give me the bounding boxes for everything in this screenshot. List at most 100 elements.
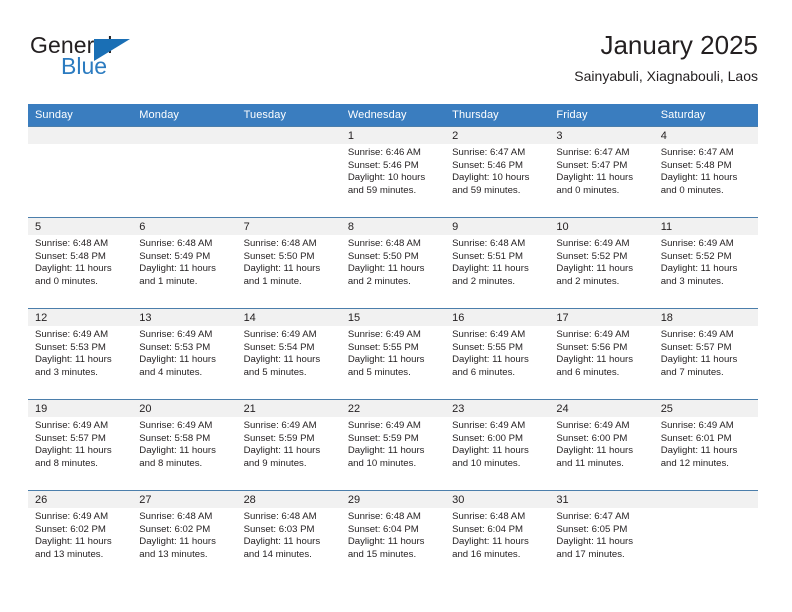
calendar-day-cell[interactable]: 8 Sunrise: 6:48 AM Sunset: 5:50 PM Daylight… bbox=[340, 217, 446, 309]
sunset-text: Sunset: 6:04 PM bbox=[452, 523, 524, 535]
page-title: January 2025 bbox=[600, 30, 758, 60]
calendar-day-cell[interactable]: 15 Sunrise: 6:49 AM Sunset: 5:55 PM Dayligh… bbox=[340, 308, 446, 400]
day-cell-inner: 5 Sunrise: 6:48 AM Sunset: 5:48 PM Daylight… bbox=[28, 218, 133, 308]
calendar-day-cell[interactable]: 2 Sunrise: 6:47 AM Sunset: 5:46 PM Daylight… bbox=[445, 126, 550, 218]
calendar-day-cell[interactable]: 30 Sunrise: 6:48 AM Sunset: 6:04 PM Dayligh… bbox=[445, 490, 550, 581]
day-cell-details: Sunrise: 6:47 AM Sunset: 6:05 PM Daylight:… bbox=[549, 508, 653, 561]
daylight-text: Daylight: 11 hours and 0 minutes. bbox=[660, 172, 738, 196]
calendar-header-row: Sunday Monday Tuesday Wednesday Thursday Frid… bbox=[28, 104, 758, 127]
day-number bbox=[28, 127, 133, 144]
general-blue-logo[interactable]: General Blue bbox=[28, 32, 178, 88]
day-cell-details: Sunrise: 6:49 AM Sunset: 5:55 PM Daylight:… bbox=[445, 326, 549, 379]
sunset-text: Sunset: 5:58 PM bbox=[139, 432, 211, 444]
weekday-header-monday: Monday bbox=[132, 104, 237, 127]
calendar-day-cell[interactable]: 11 Sunrise: 6:49 AM Sunset: 5:52 PM Dayligh… bbox=[653, 217, 758, 309]
day-cell-details: Sunrise: 6:48 AM Sunset: 6:02 PM Daylight:… bbox=[132, 508, 236, 561]
day-number bbox=[653, 491, 758, 508]
day-cell-inner: 30 Sunrise: 6:48 AM Sunset: 6:04 PM Dayligh… bbox=[445, 491, 550, 581]
calendar-day-cell[interactable]: 29 Sunrise: 6:48 AM Sunset: 6:04 PM Dayligh… bbox=[340, 490, 446, 581]
day-cell-details: Sunrise: 6:48 AM Sunset: 6:04 PM Daylight:… bbox=[445, 508, 549, 561]
weekday-header-tuesday: Tuesday bbox=[236, 104, 341, 127]
day-cell-inner: 20 Sunrise: 6:49 AM Sunset: 5:58 PM Dayligh… bbox=[132, 400, 237, 490]
calendar-day-cell[interactable]: 3 Sunrise: 6:47 AM Sunset: 5:47 PM Daylight… bbox=[549, 126, 654, 218]
day-cell-inner: 14 Sunrise: 6:49 AM Sunset: 5:54 PM Dayligh… bbox=[236, 309, 341, 399]
day-cell-inner: 10 Sunrise: 6:49 AM Sunset: 5:52 PM Dayligh… bbox=[549, 218, 654, 308]
daylight-text: Daylight: 11 hours and 11 minutes. bbox=[556, 445, 634, 469]
calendar-day-cell[interactable]: 21 Sunrise: 6:49 AM Sunset: 5:59 PM Dayligh… bbox=[236, 399, 341, 491]
sunset-text: Sunset: 5:59 PM bbox=[347, 432, 419, 444]
daylight-text: Daylight: 11 hours and 8 minutes. bbox=[35, 445, 112, 469]
day-cell-details: Sunrise: 6:49 AM Sunset: 6:00 PM Daylight:… bbox=[445, 417, 549, 470]
calendar-day-cell[interactable]: 27 Sunrise: 6:48 AM Sunset: 6:02 PM Dayligh… bbox=[132, 490, 237, 581]
sunset-text: Sunset: 5:55 PM bbox=[452, 341, 524, 353]
calendar-day-cell[interactable]: 1 Sunrise: 6:46 AM Sunset: 5:46 PM Daylight… bbox=[340, 126, 446, 218]
daylight-text: Daylight: 11 hours and 3 minutes. bbox=[660, 263, 738, 287]
daylight-text: Daylight: 11 hours and 6 minutes. bbox=[452, 354, 529, 378]
calendar-day-cell[interactable]: 20 Sunrise: 6:49 AM Sunset: 5:58 PM Dayligh… bbox=[132, 399, 237, 491]
day-cell-inner: 12 Sunrise: 6:49 AM Sunset: 5:53 PM Dayligh… bbox=[28, 309, 133, 399]
day-cell-inner: 31 Sunrise: 6:47 AM Sunset: 6:05 PM Dayligh… bbox=[549, 491, 654, 581]
calendar-body: 1 Sunrise: 6:46 AM Sunset: 5:46 PM Daylight… bbox=[28, 126, 758, 581]
day-cell-inner: 2 Sunrise: 6:47 AM Sunset: 5:46 PM Daylight… bbox=[445, 127, 550, 217]
sunset-text: Sunset: 5:57 PM bbox=[660, 341, 732, 353]
sunrise-text: Sunrise: 6:47 AM bbox=[556, 147, 630, 158]
day-number: 3 bbox=[549, 127, 654, 144]
logo-text-blue: Blue bbox=[61, 53, 108, 79]
day-cell-details: Sunrise: 6:47 AM Sunset: 5:47 PM Daylight:… bbox=[549, 144, 653, 197]
calendar-day-cell[interactable]: 23 Sunrise: 6:49 AM Sunset: 6:00 PM Dayligh… bbox=[445, 399, 550, 491]
daylight-text: Daylight: 11 hours and 2 minutes. bbox=[347, 263, 425, 287]
sunrise-text: Sunrise: 6:49 AM bbox=[452, 420, 526, 431]
calendar-day-cell[interactable]: 9 Sunrise: 6:48 AM Sunset: 5:51 PM Daylight… bbox=[445, 217, 550, 309]
calendar-day-cell[interactable]: 19 Sunrise: 6:49 AM Sunset: 5:57 PM Dayligh… bbox=[28, 399, 133, 491]
calendar-day-cell[interactable]: 16 Sunrise: 6:49 AM Sunset: 5:55 PM Dayligh… bbox=[445, 308, 550, 400]
calendar-day-cell[interactable]: 7 Sunrise: 6:48 AM Sunset: 5:50 PM Daylight… bbox=[236, 217, 341, 309]
page-header: General Blue January 2025 Sainyabuli, Xi… bbox=[28, 28, 758, 96]
sunset-text: Sunset: 6:00 PM bbox=[556, 432, 628, 444]
sunset-text: Sunset: 5:59 PM bbox=[243, 432, 315, 444]
day-cell-inner bbox=[132, 127, 237, 217]
sunrise-text: Sunrise: 6:48 AM bbox=[243, 511, 317, 522]
day-number: 26 bbox=[28, 491, 133, 508]
calendar-day-cell[interactable]: 31 Sunrise: 6:47 AM Sunset: 6:05 PM Dayligh… bbox=[549, 490, 654, 581]
weekday-header-thursday: Thursday bbox=[445, 104, 550, 127]
day-cell-inner bbox=[653, 491, 758, 581]
calendar-day-cell[interactable]: 18 Sunrise: 6:49 AM Sunset: 5:57 PM Dayligh… bbox=[653, 308, 758, 400]
calendar-day-cell[interactable]: 25 Sunrise: 6:49 AM Sunset: 6:01 PM Dayligh… bbox=[653, 399, 758, 491]
daylight-text: Daylight: 11 hours and 0 minutes. bbox=[556, 172, 634, 196]
calendar-day-cell[interactable]: 26 Sunrise: 6:49 AM Sunset: 6:02 PM Dayligh… bbox=[28, 490, 133, 581]
calendar-day-cell[interactable]: 14 Sunrise: 6:49 AM Sunset: 5:54 PM Dayligh… bbox=[236, 308, 341, 400]
sunrise-text: Sunrise: 6:49 AM bbox=[347, 420, 421, 431]
calendar-day-cell[interactable]: 24 Sunrise: 6:49 AM Sunset: 6:00 PM Dayligh… bbox=[549, 399, 654, 491]
calendar-day-cell[interactable]: 4 Sunrise: 6:47 AM Sunset: 5:48 PM Daylight… bbox=[653, 126, 758, 218]
day-cell-details: Sunrise: 6:49 AM Sunset: 5:55 PM Daylight:… bbox=[341, 326, 445, 379]
calendar-day-cell[interactable]: 6 Sunrise: 6:48 AM Sunset: 5:49 PM Daylight… bbox=[132, 217, 237, 309]
day-number: 8 bbox=[340, 218, 446, 235]
calendar-day-cell[interactable]: 12 Sunrise: 6:49 AM Sunset: 5:53 PM Dayligh… bbox=[28, 308, 133, 400]
day-number: 27 bbox=[132, 491, 237, 508]
calendar-day-cell[interactable]: 5 Sunrise: 6:48 AM Sunset: 5:48 PM Daylight… bbox=[28, 217, 133, 309]
sunset-text: Sunset: 5:52 PM bbox=[556, 250, 628, 262]
day-cell-details: Sunrise: 6:48 AM Sunset: 6:03 PM Daylight:… bbox=[237, 508, 341, 561]
day-cell-details: Sunrise: 6:47 AM Sunset: 5:46 PM Daylight:… bbox=[445, 144, 549, 197]
day-cell-details: Sunrise: 6:49 AM Sunset: 6:02 PM Daylight:… bbox=[28, 508, 132, 561]
sunrise-text: Sunrise: 6:49 AM bbox=[556, 238, 630, 249]
calendar-day-cell[interactable]: 13 Sunrise: 6:49 AM Sunset: 5:53 PM Dayligh… bbox=[132, 308, 237, 400]
calendar-day-cell[interactable]: 28 Sunrise: 6:48 AM Sunset: 6:03 PM Dayligh… bbox=[236, 490, 341, 581]
day-cell-details: Sunrise: 6:49 AM Sunset: 5:53 PM Daylight:… bbox=[132, 326, 236, 379]
day-number: 2 bbox=[445, 127, 550, 144]
sunrise-text: Sunrise: 6:49 AM bbox=[347, 329, 421, 340]
day-cell-details: Sunrise: 6:49 AM Sunset: 5:53 PM Daylight:… bbox=[28, 326, 132, 379]
calendar-day-cell[interactable]: 10 Sunrise: 6:49 AM Sunset: 5:52 PM Dayligh… bbox=[549, 217, 654, 309]
sunset-text: Sunset: 5:46 PM bbox=[347, 159, 419, 171]
weekday-header-sunday: Sunday bbox=[28, 104, 133, 127]
sunset-text: Sunset: 5:48 PM bbox=[35, 250, 106, 262]
day-cell-inner: 17 Sunrise: 6:49 AM Sunset: 5:56 PM Dayligh… bbox=[549, 309, 654, 399]
calendar-day-cell[interactable]: 17 Sunrise: 6:49 AM Sunset: 5:56 PM Dayligh… bbox=[549, 308, 654, 400]
day-cell-inner: 24 Sunrise: 6:49 AM Sunset: 6:00 PM Dayligh… bbox=[549, 400, 654, 490]
day-number: 5 bbox=[28, 218, 133, 235]
day-cell-inner: 3 Sunrise: 6:47 AM Sunset: 5:47 PM Daylight… bbox=[549, 127, 654, 217]
day-number: 20 bbox=[132, 400, 237, 417]
calendar-day-cell[interactable]: 22 Sunrise: 6:49 AM Sunset: 5:59 PM Dayligh… bbox=[340, 399, 446, 491]
calendar-week-row: 5 Sunrise: 6:48 AM Sunset: 5:48 PM Daylight… bbox=[28, 217, 758, 309]
sunrise-text: Sunrise: 6:48 AM bbox=[452, 238, 526, 249]
